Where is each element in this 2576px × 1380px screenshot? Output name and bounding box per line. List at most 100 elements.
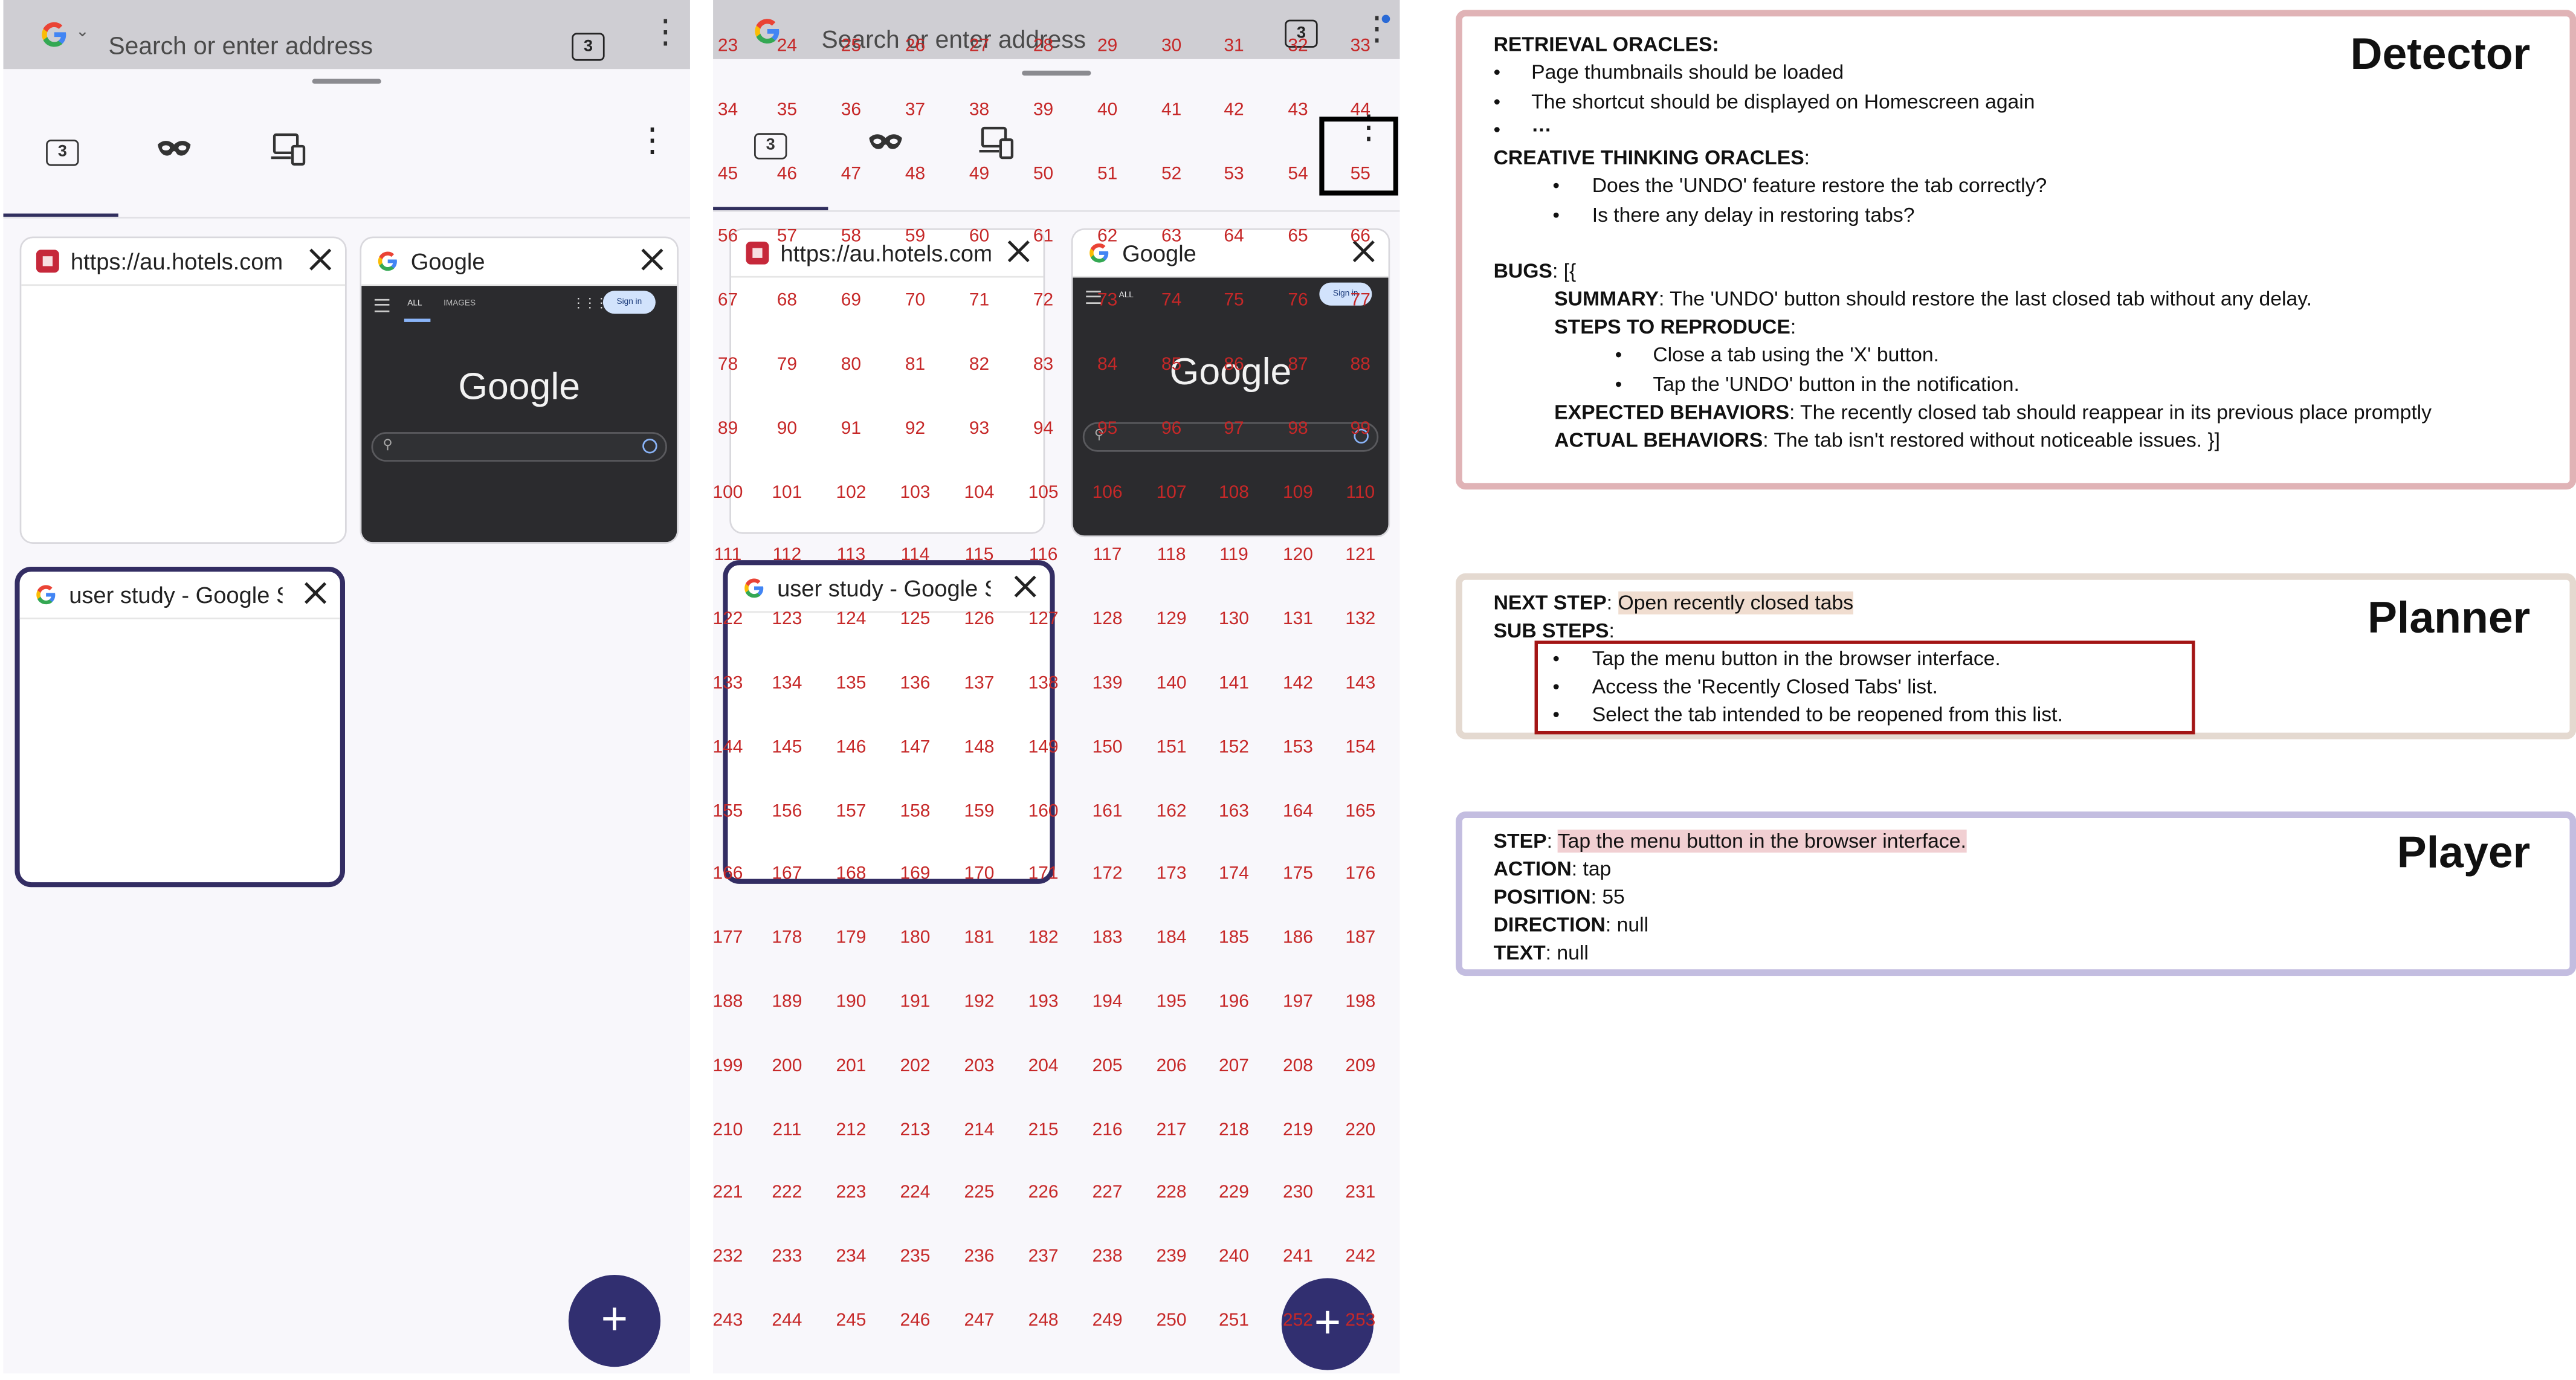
chevron-down-icon[interactable]: ⌄ — [76, 23, 89, 41]
address-bar[interactable]: ⌄ Search or enter address 3 ⋮ — [3, 0, 690, 69]
retrieval-oracles-label: RETRIEVAL ORACLES: — [1493, 33, 1719, 56]
creative-item: Does the 'UNDO' feature restore the tab … — [1592, 174, 2047, 198]
next-step: NEXT STEP: Open recently closed tabs — [1493, 591, 1854, 614]
grid-label: 221 — [713, 1183, 743, 1204]
grid-label: 101 — [772, 482, 802, 502]
grid-label: 164 — [1283, 801, 1313, 821]
grid-label: 234 — [836, 1247, 867, 1267]
grid-label: 34 — [717, 100, 738, 120]
grid-label: 136 — [900, 673, 931, 694]
close-icon[interactable] — [638, 245, 667, 274]
figure: ⌄ Search or enter address 3 ⋮ 3 ⋮ https:… — [0, 0, 2576, 1380]
grid-label: 236 — [964, 1247, 995, 1267]
grid-label: 199 — [713, 1056, 743, 1076]
grid-label: 75 — [1224, 291, 1244, 311]
grid-label: 82 — [969, 355, 990, 375]
address-bar-placeholder[interactable]: Search or enter address — [108, 33, 373, 60]
grid-label: 107 — [1156, 482, 1187, 502]
grid-label: 198 — [1345, 992, 1376, 1012]
grid-label: 114 — [900, 546, 930, 566]
grid-label: 230 — [1283, 1183, 1313, 1204]
grid-label: 45 — [717, 163, 738, 184]
grid-label: 62 — [1097, 227, 1118, 247]
grid-label: 89 — [717, 418, 738, 439]
grid-label: 94 — [1033, 418, 1054, 439]
grid-label: 244 — [772, 1311, 802, 1331]
synced-devices-icon[interactable] — [270, 132, 309, 171]
tab-card-title: Google — [410, 248, 485, 275]
actual-behaviors: ACTUAL BEHAVIORS: The tab isn't restored… — [1554, 428, 2221, 452]
grid-label: 131 — [1283, 610, 1313, 630]
tabs-tray-menu-icon[interactable]: ⋮ — [636, 125, 668, 158]
grid-label: 126 — [964, 610, 995, 630]
grid-label: 153 — [1283, 737, 1313, 757]
grid-label: 186 — [1283, 928, 1313, 949]
grid-label: 237 — [1028, 1247, 1059, 1267]
grid-label: 202 — [900, 1056, 931, 1076]
grid-label: 170 — [964, 865, 995, 885]
grid-label: 184 — [1156, 928, 1187, 949]
tab-card-hotels[interactable]: https://au.hotels.com — [19, 236, 347, 544]
grid-label: 189 — [772, 992, 802, 1012]
grid-label: 171 — [1028, 865, 1059, 885]
grid-label: 181 — [964, 928, 995, 949]
grid-label: 110 — [1346, 482, 1375, 502]
grid-label: 145 — [772, 737, 802, 757]
bullet: • — [1493, 60, 1500, 84]
grid-label: 241 — [1283, 1247, 1313, 1267]
tab-normal-tabs[interactable]: 3 — [46, 135, 79, 166]
grid-label: 88 — [1350, 355, 1370, 375]
close-icon[interactable] — [301, 578, 331, 608]
close-icon[interactable] — [306, 245, 335, 274]
grid-label: 207 — [1218, 1056, 1249, 1076]
tab-card-user-study[interactable]: user study - Google Search — [15, 567, 345, 888]
grid-label: 180 — [900, 928, 931, 949]
grid-label: 173 — [1156, 865, 1187, 885]
grid-label: 138 — [1028, 673, 1059, 694]
grid-label: 68 — [776, 291, 798, 311]
target-element-highlight — [1319, 117, 1398, 196]
browser-menu-icon[interactable]: ⋮ — [649, 16, 682, 49]
grid-label: 96 — [1161, 418, 1182, 439]
grid-label: 253 — [1345, 1311, 1376, 1331]
grid-label: 246 — [900, 1311, 931, 1331]
grid-label: 25 — [841, 36, 862, 56]
private-mask-icon[interactable] — [155, 138, 194, 161]
new-tab-fab[interactable]: + — [568, 1274, 661, 1367]
tab-card-title: user study - Google Search — [69, 581, 282, 608]
grid-label: 109 — [1283, 482, 1313, 502]
grid-label: 227 — [1092, 1183, 1123, 1204]
grid-label: 197 — [1283, 992, 1313, 1012]
grid-label: 92 — [905, 418, 926, 439]
grid-label: 128 — [1092, 610, 1123, 630]
grid-label: 28 — [1033, 36, 1054, 56]
grid-label: 233 — [772, 1247, 802, 1267]
grid-label: 85 — [1161, 355, 1182, 375]
grid-label: 252 — [1283, 1311, 1313, 1331]
grid-label: 157 — [836, 801, 867, 821]
tab-count-button[interactable]: 3 — [572, 33, 605, 61]
grid-label: 59 — [905, 227, 926, 247]
grid-label: 165 — [1345, 801, 1376, 821]
grid-label: 123 — [772, 610, 802, 630]
google-thumbnail: ALL IMAGES ⋮⋮⋮ Sign in Google ⚲ — [361, 286, 677, 543]
tab-card-google[interactable]: Google ALL IMAGES ⋮⋮⋮ Sign in Google ⚲ — [360, 236, 679, 544]
grid-label: 225 — [964, 1183, 995, 1204]
grid-label: 86 — [1224, 355, 1244, 375]
creative-oracles-label: CREATIVE THINKING ORACLES: — [1493, 146, 1810, 170]
bullet: • — [1493, 118, 1500, 141]
grid-label: 38 — [969, 100, 990, 120]
grid-label: 172 — [1092, 865, 1123, 885]
grid-label: 102 — [836, 482, 867, 502]
grid-label: 168 — [836, 865, 867, 885]
sheet-drag-handle[interactable] — [312, 79, 381, 84]
creative-item: Is there any delay in restoring tabs? — [1592, 204, 1915, 227]
tab-card-title: https://au.hotels.com — [70, 248, 283, 275]
grid-label: 215 — [1028, 1120, 1059, 1140]
player-position: POSITION: 55 — [1493, 885, 1625, 909]
grid-label: 160 — [1028, 801, 1059, 821]
grid-label: 142 — [1283, 673, 1313, 694]
phone-screen-annotated: Search or enter address 3 ⋮ 3 ⋮ https://… — [713, 0, 1400, 1374]
grid-label: 235 — [900, 1247, 931, 1267]
bullet: • — [1552, 174, 1560, 198]
